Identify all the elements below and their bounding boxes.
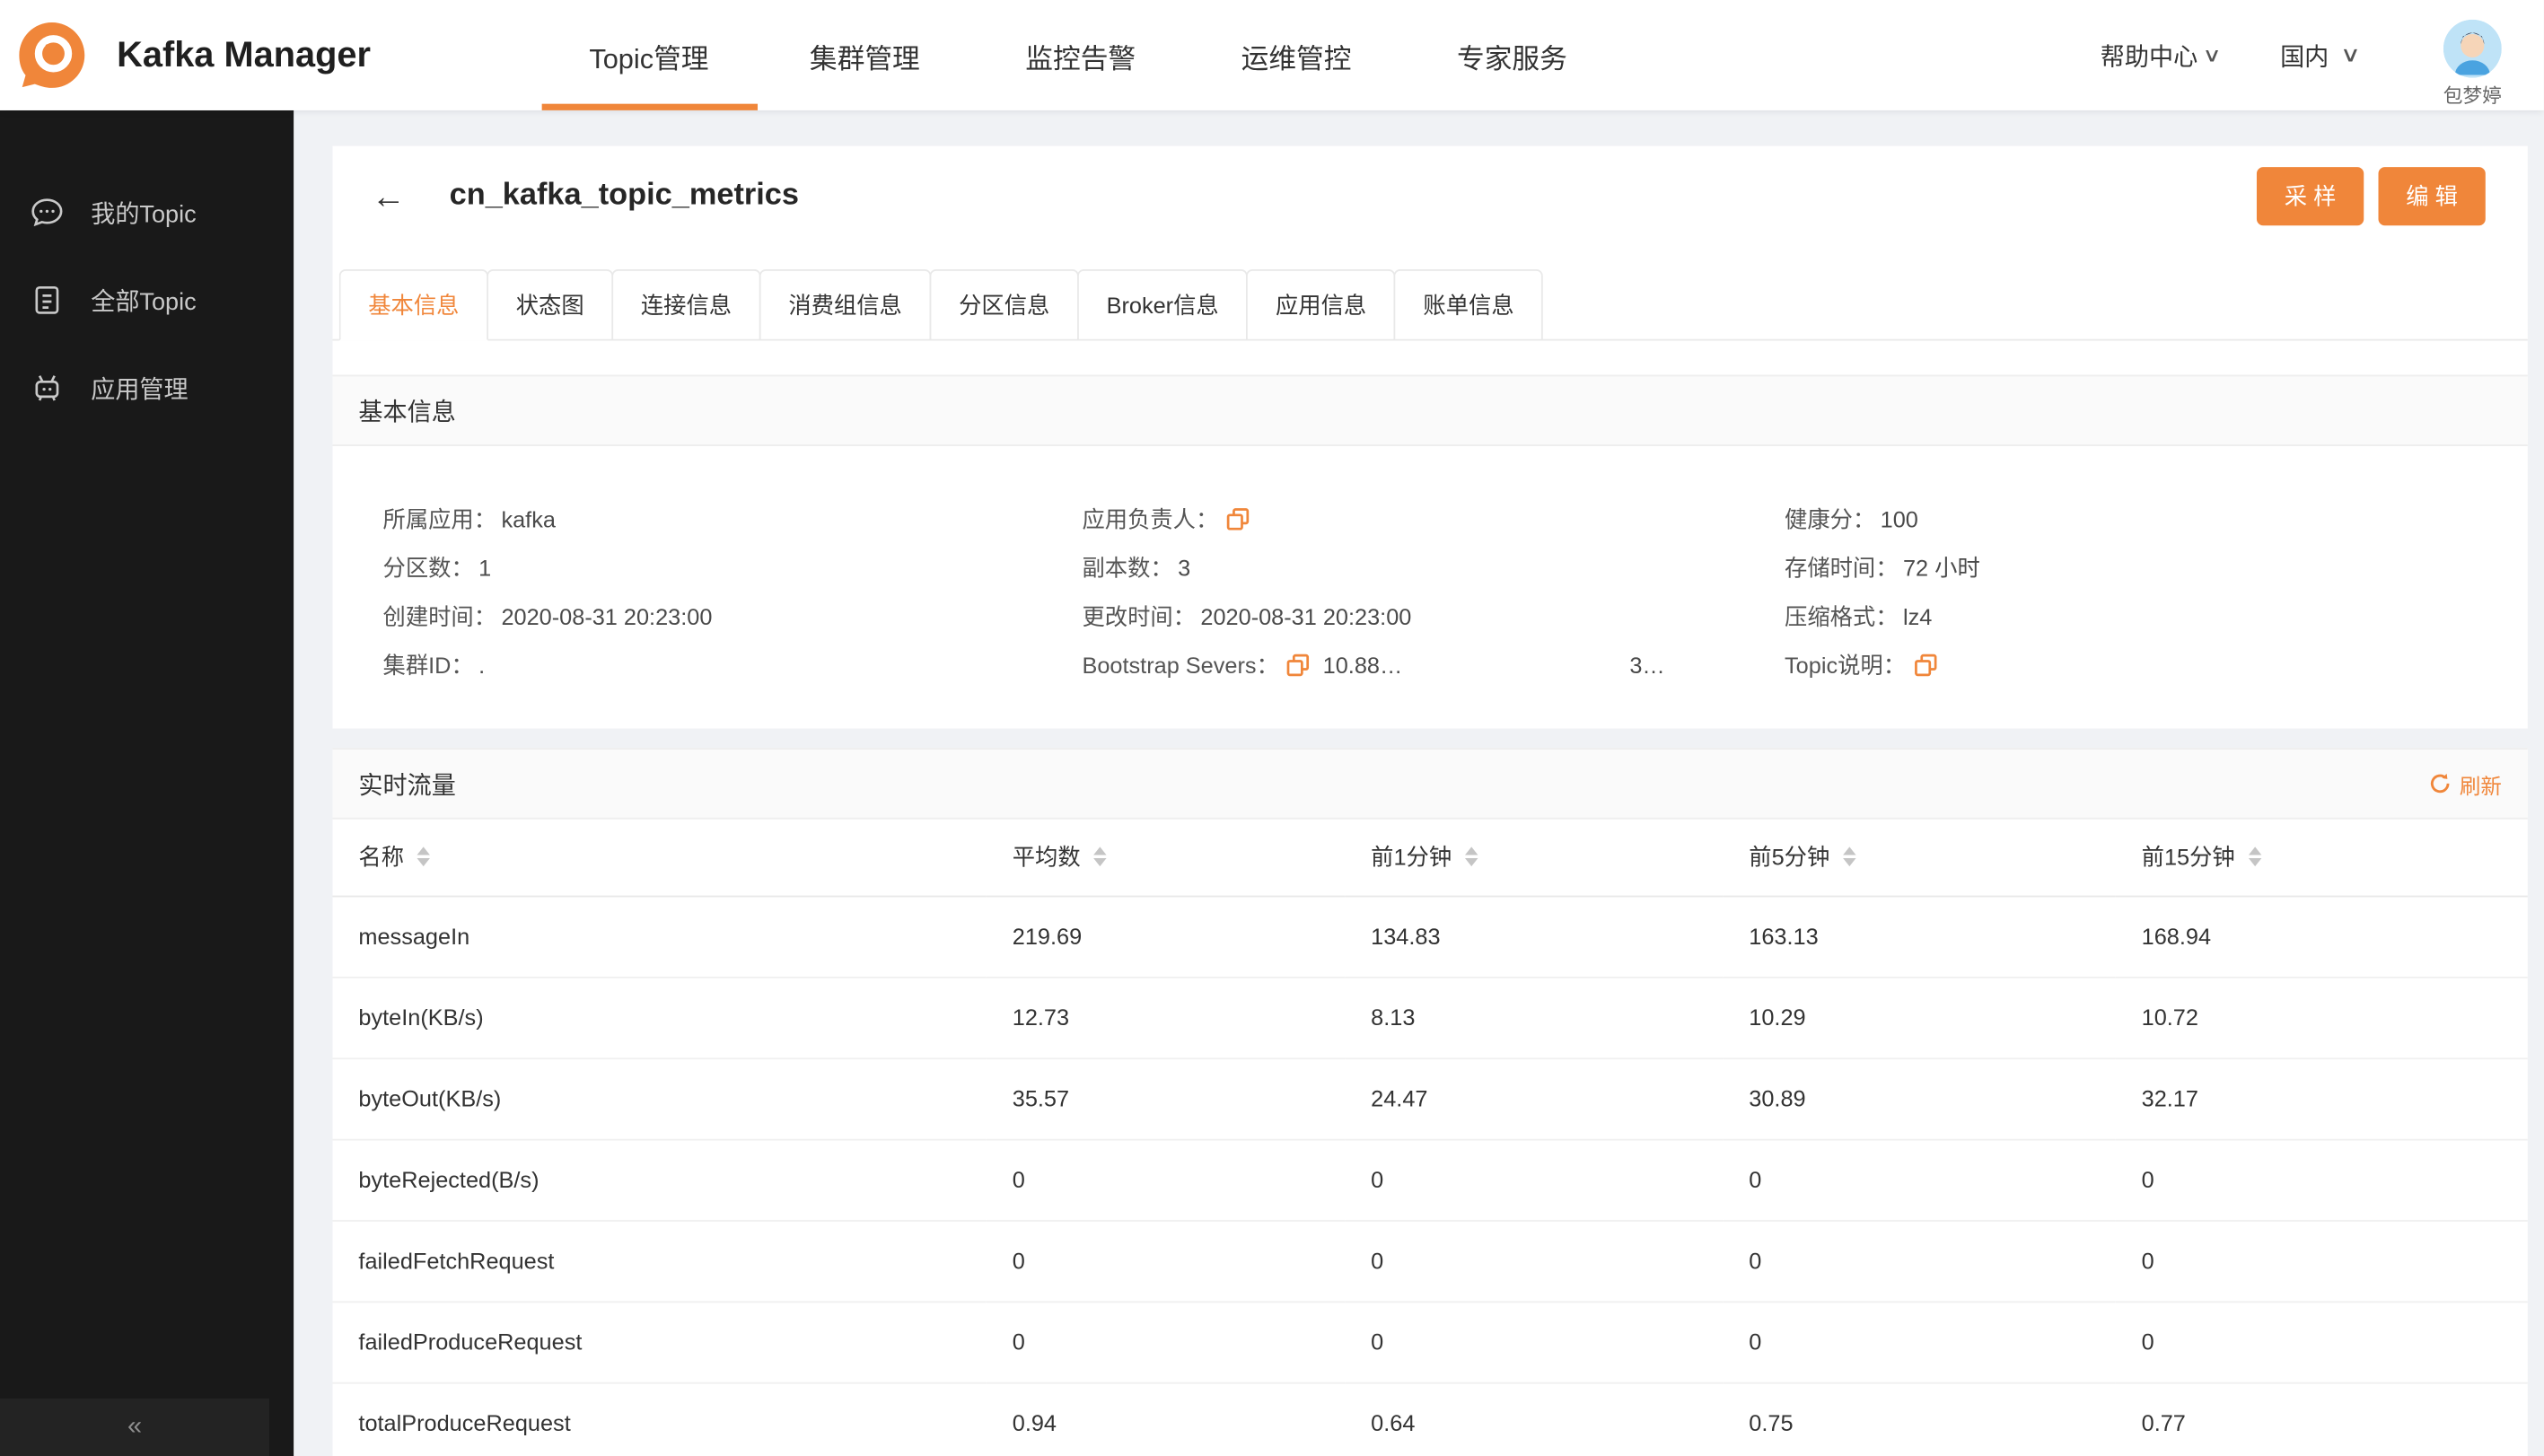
tab-broker-info[interactable]: Broker信息: [1077, 269, 1249, 341]
sort-icon[interactable]: [1842, 846, 1856, 867]
app-title: Kafka Manager: [117, 33, 371, 75]
table-row: byteRejected(B/s) 0 0 0 0: [332, 1138, 2528, 1221]
field-replica-count: 副本数： 3: [1082, 554, 1191, 581]
section-title: 基本信息: [358, 398, 456, 426]
refresh-label: 刷新: [2459, 773, 2502, 798]
sidebar-item-my-topic[interactable]: 我的Topic: [0, 169, 294, 257]
topbar-right: 帮助中心 ∨ 国内 ∨ 包梦婷: [2101, 3, 2544, 108]
topbar: Kafka Manager Topic管理 集群管理 监控告警 运维管控 专家服…: [0, 0, 2544, 110]
page-title: cn_kafka_topic_metrics: [449, 178, 800, 213]
bootstrap-servers-tail: 3…: [1629, 651, 1665, 678]
refresh-button[interactable]: 刷新: [2428, 768, 2502, 799]
content-area: ← cn_kafka_topic_metrics 采 样 编 辑 基本信息 状态…: [294, 110, 2544, 1456]
nav-topic-manage[interactable]: Topic管理: [540, 0, 758, 110]
table-row: messageIn 219.69 134.83 163.13 168.94: [332, 895, 2528, 978]
col-header-last-15min: 前15分钟: [2115, 819, 2528, 897]
field-retention-time: 存储时间： 72 小时: [1785, 554, 1980, 581]
realtime-traffic-card: 实时流量 刷新 名称 平均数 前1分钟 前5分钟 前15分钟 messageIn…: [332, 748, 2528, 1456]
basic-info-fields: 所属应用： kafka 应用负责人： 健康分： 100 分区数： 1 副本数： …: [332, 446, 2527, 728]
title-row: ← cn_kafka_topic_metrics 采 样 编 辑: [332, 146, 2527, 247]
field-owner-app: 所属应用： kafka: [382, 504, 556, 531]
field-bootstrap-servers: Bootstrap Severs： 10.88… 3…: [1082, 651, 1665, 678]
tab-connection-info[interactable]: 连接信息: [611, 269, 761, 341]
nav-ops-control[interactable]: 运维管控: [1189, 0, 1404, 110]
tab-basic-info[interactable]: 基本信息: [338, 269, 488, 341]
tab-partition-info[interactable]: 分区信息: [929, 269, 1079, 341]
user-name: 包梦婷: [2443, 83, 2502, 107]
field-compression: 压缩格式： lz4: [1785, 602, 1933, 629]
title-actions: 采 样 编 辑: [2256, 167, 2486, 226]
field-health-score: 健康分： 100: [1785, 504, 1918, 531]
region-label: 国内: [2280, 42, 2329, 71]
sidebar: 我的Topic 全部Topic 应用管理 «: [0, 110, 294, 1456]
table-body: messageIn 219.69 134.83 163.13 168.94 by…: [332, 895, 2528, 1456]
nav-monitor-alert[interactable]: 监控告警: [973, 0, 1189, 110]
tab-consumer-group-info[interactable]: 消费组信息: [759, 269, 932, 341]
sidebar-item-all-topic[interactable]: 全部Topic: [0, 257, 294, 345]
sort-icon[interactable]: [1093, 846, 1107, 867]
clipboard-icon: [30, 282, 66, 318]
realtime-section-header: 实时流量 刷新: [332, 748, 2528, 820]
user-menu[interactable]: 包梦婷: [2443, 3, 2502, 108]
refresh-icon: [2430, 773, 2450, 794]
basic-info-section-header: 基本信息: [332, 374, 2528, 447]
tab-app-info[interactable]: 应用信息: [1246, 269, 1396, 341]
col-header-name: 名称: [332, 819, 987, 897]
help-center-label: 帮助中心: [2100, 42, 2198, 71]
table-row: totalProduceRequest 0.94 0.64 0.75 0.77: [332, 1381, 2528, 1456]
tab-bill-info[interactable]: 账单信息: [1393, 269, 1544, 341]
detail-tabs: 基本信息 状态图 连接信息 消费组信息 分区信息 Broker信息 应用信息 账…: [332, 247, 2528, 341]
col-header-last-1min: 前1分钟: [1345, 819, 1724, 897]
table-row: failedProduceRequest 0 0 0 0: [332, 1301, 2528, 1383]
table-row: byteOut(KB/s) 35.57 24.47 30.89 32.17: [332, 1057, 2528, 1140]
col-header-average: 平均数: [986, 819, 1346, 897]
sidebar-item-label: 全部Topic: [91, 287, 197, 316]
table-row: failedFetchRequest 0 0 0 0: [332, 1220, 2528, 1303]
topic-detail-card: ← cn_kafka_topic_metrics 采 样 编 辑 基本信息 状态…: [332, 145, 2528, 729]
nav-expert-service[interactable]: 专家服务: [1404, 0, 1619, 110]
tab-status-chart[interactable]: 状态图: [487, 269, 614, 341]
main-row: 我的Topic 全部Topic 应用管理 « ← cn_kafka_topic_…: [0, 110, 2544, 1456]
field-app-principal: 应用负责人：: [1082, 501, 1785, 535]
main-nav: Topic管理 集群管理 监控告警 运维管控 专家服务: [540, 0, 1620, 110]
table-header: 名称 平均数 前1分钟 前5分钟 前15分钟: [332, 819, 2528, 897]
sort-icon[interactable]: [1464, 846, 1478, 867]
metrics-table: 名称 平均数 前1分钟 前5分钟 前15分钟 messageIn 219.69 …: [332, 819, 2528, 1456]
edit-button[interactable]: 编 辑: [2378, 167, 2486, 226]
avatar[interactable]: [2443, 18, 2502, 77]
chevron-down-icon: ∨: [2201, 43, 2222, 67]
sample-button[interactable]: 采 样: [2256, 167, 2364, 226]
app-logo-icon: [16, 20, 88, 92]
region-select[interactable]: 国内 ∨: [2280, 38, 2362, 72]
sidebar-collapse-button[interactable]: «: [0, 1398, 270, 1456]
field-partition-count: 分区数： 1: [382, 554, 492, 581]
sidebar-item-app-manage[interactable]: 应用管理: [0, 344, 294, 432]
field-modify-time: 更改时间： 2020-08-31 20:23:00: [1082, 602, 1412, 629]
help-center-menu[interactable]: 帮助中心 ∨: [2100, 38, 2222, 72]
sort-icon[interactable]: [417, 846, 430, 867]
viewport: Kafka Manager Topic管理 集群管理 监控告警 运维管控 专家服…: [0, 0, 2544, 1456]
chat-bubble-icon: [30, 195, 66, 231]
field-topic-description: Topic说明：: [1785, 647, 2502, 681]
app-manage-icon: [30, 370, 66, 406]
sidebar-item-label: 应用管理: [91, 375, 189, 404]
collapse-icon: «: [127, 1413, 143, 1441]
sidebar-item-label: 我的Topic: [91, 200, 197, 228]
nav-cluster-manage[interactable]: 集群管理: [757, 0, 972, 110]
copy-icon[interactable]: [1914, 653, 1936, 676]
sort-icon[interactable]: [2248, 846, 2261, 867]
table-row: byteIn(KB/s) 12.73 8.13 10.29 10.72: [332, 976, 2528, 1059]
app-root: Kafka Manager Topic管理 集群管理 监控告警 运维管控 专家服…: [0, 0, 2544, 1456]
copy-icon[interactable]: [1287, 653, 1310, 676]
chevron-down-icon: ∨: [2340, 41, 2362, 67]
field-create-time: 创建时间： 2020-08-31 20:23:00: [382, 602, 713, 629]
field-cluster-id: 集群ID： .: [382, 651, 486, 678]
section-title: 实时流量: [358, 771, 456, 800]
col-header-last-5min: 前5分钟: [1723, 819, 2116, 897]
back-arrow-icon[interactable]: ←: [372, 180, 406, 214]
copy-icon[interactable]: [1226, 507, 1250, 530]
